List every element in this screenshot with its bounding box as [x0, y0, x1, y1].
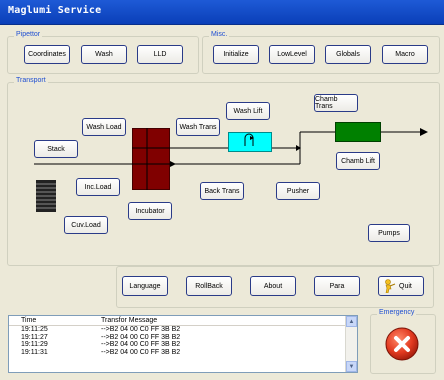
flow-arrow-main: [170, 161, 176, 167]
scroll-up-arrow-icon[interactable]: ▲: [346, 316, 357, 327]
cuvette-stack-graphic: [36, 180, 56, 212]
log-row-time: 19:11:31: [21, 348, 48, 356]
log-row-message: -->B2 04 00 C0 FF 3B B2: [101, 326, 181, 334]
incubator-lines: [132, 128, 170, 190]
log-row-time: 19:11:27: [21, 333, 48, 341]
log-row[interactable]: 19:11:29 -->B2 04 00 C0 FF 3B B2: [9, 341, 357, 349]
main-window: Maglumi Service Pipettor Coordinates Was…: [0, 0, 444, 380]
log-row[interactable]: 19:11:25 -->B2 04 00 C0 FF 3B B2: [9, 326, 357, 334]
log-row[interactable]: 19:11:27 -->B2 04 00 C0 FF 3B B2: [9, 334, 357, 342]
message-log[interactable]: Time Transfor Message 19:11:25 -->B2 04 …: [8, 315, 358, 373]
wash-load-button[interactable]: Wash Load: [82, 118, 126, 136]
pusher-button[interactable]: Pusher: [276, 182, 320, 200]
quit-label: Quit: [399, 282, 412, 290]
stop-x-icon[interactable]: [385, 327, 419, 361]
wash-station-icon: [244, 133, 254, 146]
quit-button[interactable]: Quit: [378, 276, 424, 296]
para-button[interactable]: Para: [314, 276, 360, 296]
cuv-load-button[interactable]: Cuv.Load: [64, 216, 108, 234]
about-button[interactable]: About: [250, 276, 296, 296]
log-scrollbar[interactable]: ▲ ▼: [345, 316, 357, 372]
wash-trans-button[interactable]: Wash Trans: [176, 118, 220, 136]
chamb-lift-button[interactable]: Chamb Lift: [336, 152, 380, 170]
emergency-label: Emergency: [377, 309, 417, 316]
log-header: Time Transfor Message: [9, 316, 357, 326]
log-row[interactable]: 19:11:31 -->B2 04 00 C0 FF 3B B2: [9, 349, 357, 357]
language-button[interactable]: Language: [122, 276, 168, 296]
incubator-button[interactable]: Incubator: [128, 202, 172, 220]
log-row-message: -->B2 04 00 C0 FF 3B B2: [101, 341, 181, 349]
rollback-button[interactable]: RollBack: [186, 276, 232, 296]
back-trans-button[interactable]: Back Trans: [200, 182, 244, 200]
log-row-time: 19:11:29: [21, 341, 48, 349]
log-col-message: Transfor Message: [101, 317, 158, 324]
flow-arrow-head: [420, 128, 428, 136]
wash-lift-button[interactable]: Wash Lift: [226, 102, 270, 120]
quit-person-icon: [385, 279, 396, 293]
log-col-time: Time: [21, 317, 37, 324]
log-row-message: -->B2 04 00 C0 FF 3B B2: [101, 348, 181, 356]
inc-load-button[interactable]: Inc.Load: [76, 178, 120, 196]
scroll-down-arrow-icon[interactable]: ▼: [346, 361, 357, 372]
log-row-message: -->B2 04 00 C0 FF 3B B2: [101, 333, 181, 341]
pumps-button[interactable]: Pumps: [368, 224, 410, 242]
log-row-time: 19:11:25: [21, 326, 48, 334]
chamber-block: [335, 122, 381, 142]
stack-button[interactable]: Stack: [34, 140, 78, 158]
chamb-trans-button[interactable]: Chamb Trans: [314, 94, 358, 112]
